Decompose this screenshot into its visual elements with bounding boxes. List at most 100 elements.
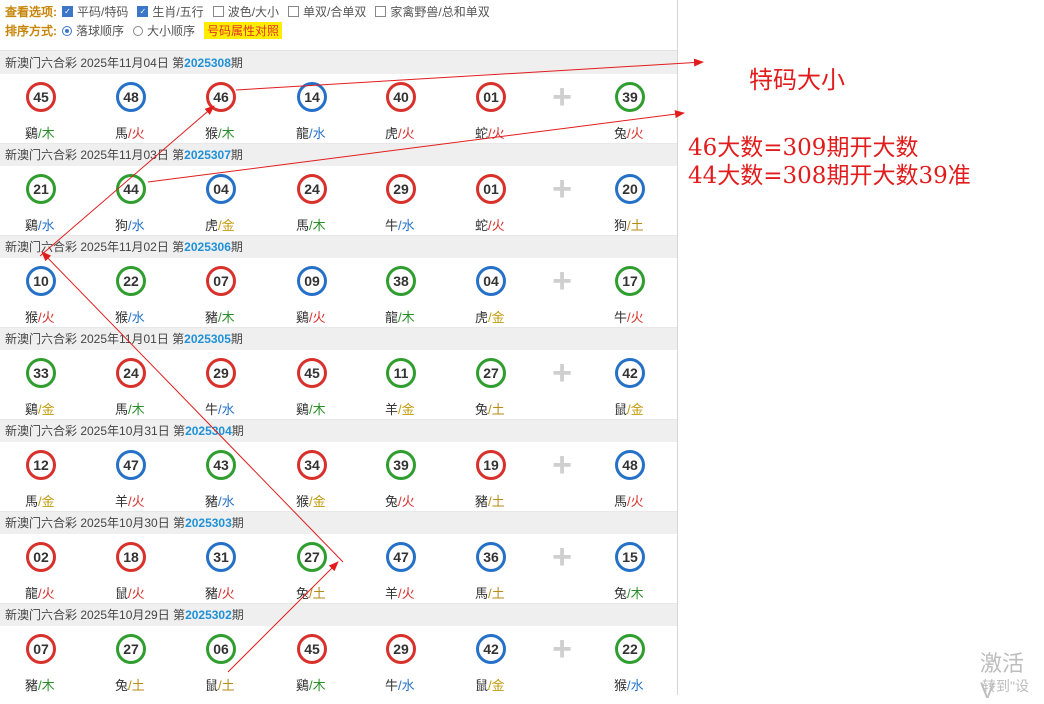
draw-date-text: 新澳门六合彩 2025年10月29日 第 [5, 608, 186, 622]
view-option-item[interactable]: ✓ 平码/特码 [62, 3, 128, 20]
zodiac-animal: 羊 [115, 494, 129, 509]
zodiac-element-label: 鷄/火 [296, 307, 326, 326]
sort-option-item[interactable]: 大小顺序 [133, 22, 195, 39]
five-element: 土 [491, 586, 505, 601]
zodiac-animal: 牛 [385, 218, 399, 233]
number-ball: 27 [116, 634, 146, 664]
view-option-item[interactable]: 家禽野兽/总和单双 [375, 3, 490, 20]
number-ball: 27 [476, 358, 506, 388]
checkbox-icon[interactable] [375, 6, 387, 17]
number-ball: 24 [297, 174, 327, 204]
zodiac-animal: 猴 [296, 494, 310, 509]
zodiac-animal: 鼠 [115, 586, 129, 601]
zodiac-animal: 狗 [614, 218, 628, 233]
checkbox-icon[interactable] [212, 6, 224, 17]
draw-balls-row: 45 48 46 14 40 01 +39 [0, 74, 677, 119]
number-ball: 45 [297, 358, 327, 388]
checkbox-icon[interactable] [288, 6, 300, 17]
zodiac-element-label: 馬/火 [115, 123, 145, 142]
zodiac-element-label: 羊/火 [385, 583, 415, 602]
draw-block: 新澳门六合彩 2025年11月03日 第 2025307 期 21 44 04 24 29 01… [0, 143, 677, 236]
compare-attributes-button[interactable]: 号码属性对照 [204, 22, 283, 39]
zodiac-animal: 兔 [115, 678, 129, 693]
draw-period-number: 2025305 [184, 331, 231, 346]
zodiac-animal: 蛇 [475, 218, 489, 233]
zodiac-animal: 豬 [205, 586, 219, 601]
zodiac-animal: 鷄 [25, 402, 39, 417]
zodiac-element-label: 鷄/金 [25, 399, 55, 418]
draw-date-text: 新澳门六合彩 2025年10月31日 第 [5, 424, 186, 438]
sort-option-item[interactable]: 落球顺序 [62, 22, 124, 39]
sort-options-row: 排序方式: 落球顺序 大小顺序 号码属性对照 [0, 21, 677, 40]
zodiac-animal: 蛇 [475, 126, 489, 141]
view-option-item[interactable]: 波色/大小 [212, 3, 280, 20]
number-ball: 21 [26, 174, 56, 204]
checkbox-checked-icon[interactable]: ✓ [137, 6, 149, 17]
five-element: 木 [131, 402, 145, 417]
number-ball: 44 [116, 174, 146, 204]
five-element: 火 [401, 494, 415, 509]
radio-icon[interactable] [133, 25, 144, 36]
number-ball: 11 [386, 358, 416, 388]
five-element: 金 [41, 402, 55, 417]
draw-date-text: 新澳门六合彩 2025年11月04日 第 [5, 56, 185, 70]
five-element: 土 [491, 494, 505, 509]
zodiac-element-label: 虎/火 [385, 123, 415, 142]
five-element: 水 [312, 126, 326, 141]
plus-icon: + [552, 78, 572, 116]
zodiac-animal: 牛 [385, 678, 399, 693]
five-element: 木 [221, 126, 235, 141]
five-element: 水 [221, 494, 235, 509]
five-element: 土 [221, 678, 235, 693]
draw-animals-row: 鷄/金 馬/木 牛/水 鷄/木 羊/金 兔/土 鼠/金 [0, 395, 677, 420]
zodiac-element-label: 豬/火 [205, 583, 235, 602]
annotation-line-1: 46大数=309期开大数 [688, 135, 919, 161]
view-option-label: 生肖/五行 [152, 5, 204, 19]
five-element: 木 [312, 218, 326, 233]
five-element: 火 [630, 310, 644, 325]
five-element: 木 [312, 678, 326, 693]
zodiac-animal: 兔 [296, 586, 310, 601]
view-option-label: 家禽野兽/总和单双 [390, 5, 490, 19]
five-element: 木 [312, 402, 326, 417]
five-element: 金 [221, 218, 235, 233]
number-ball: 19 [476, 450, 506, 480]
zodiac-element-label: 蛇/火 [475, 215, 505, 234]
view-option-label: 单双/合单双 [303, 5, 367, 19]
plus-icon: + [552, 630, 572, 668]
view-option-item[interactable]: 单双/合单双 [288, 3, 366, 20]
zodiac-element-label: 龍/水 [296, 123, 326, 142]
five-element: 水 [221, 402, 235, 417]
draw-balls-row: 07 27 06 45 29 42 +22 [0, 626, 677, 671]
draw-block: 新澳门六合彩 2025年11月01日 第 2025305 期 33 24 29 45 11 27… [0, 327, 677, 420]
number-ball: 45 [297, 634, 327, 664]
view-option-label: 波色/大小 [227, 5, 280, 19]
zodiac-animal: 牛 [205, 402, 219, 417]
view-options-label: 查看选项: [5, 5, 57, 19]
five-element: 火 [221, 586, 235, 601]
draw-header: 新澳门六合彩 2025年10月30日 第 2025303 期 [0, 511, 677, 534]
five-element: 水 [630, 678, 644, 693]
number-ball: 43 [206, 450, 236, 480]
zodiac-animal: 馬 [475, 586, 489, 601]
checkbox-checked-icon[interactable]: ✓ [62, 6, 73, 17]
draw-header: 新澳门六合彩 2025年11月03日 第 2025307 期 [0, 143, 677, 166]
number-ball: 29 [386, 634, 416, 664]
draw-date-text: 新澳门六合彩 2025年10月30日 第 [5, 516, 186, 530]
number-ball: 31 [206, 542, 236, 572]
five-element: 火 [401, 126, 415, 141]
number-ball: 22 [116, 266, 146, 296]
zodiac-animal: 鷄 [296, 310, 310, 325]
number-ball: 38 [386, 266, 416, 296]
draw-period-suffix: 期 [231, 424, 244, 438]
sort-option-label: 落球顺序 [76, 24, 125, 38]
five-element: 金 [401, 402, 415, 417]
view-options-list: ✓ 平码/特码 ✓ 生肖/五行 波色/大小 单双/合单双 家禽野兽/总和单双 [62, 3, 499, 20]
zodiac-element-label: 猴/木 [205, 123, 235, 142]
number-ball: 10 [26, 266, 56, 296]
draw-animals-row: 豬/木 兔/土 鼠/土 鷄/木 牛/水 鼠/金 猴/水 [0, 671, 677, 695]
view-option-item[interactable]: ✓ 生肖/五行 [137, 3, 204, 20]
five-element: 火 [131, 586, 145, 601]
radio-selected-icon[interactable] [62, 25, 72, 36]
zodiac-animal: 龍 [385, 310, 399, 325]
